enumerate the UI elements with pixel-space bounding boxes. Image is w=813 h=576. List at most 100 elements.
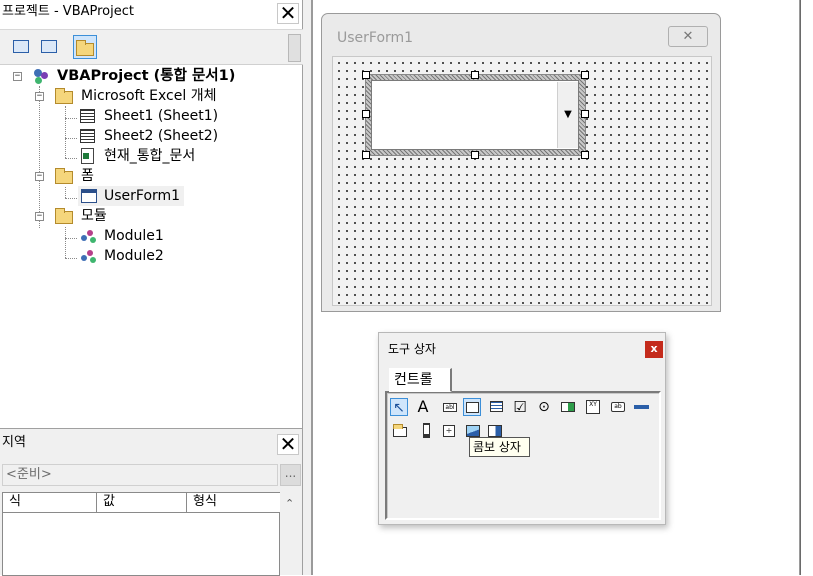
project-explorer-close-button[interactable]: ✕ [277,3,299,24]
resize-handle[interactable] [581,71,589,79]
close-icon: x [650,342,658,355]
tabstrip-tool[interactable] [632,398,650,416]
tree-line [65,187,66,198]
tree-item-label: Module2 [104,248,164,264]
resize-handle[interactable] [471,71,479,79]
project-explorer-toolbar [0,29,303,65]
worksheet-icon [80,109,95,123]
close-icon: ✕ [682,29,694,44]
locals-context-field[interactable]: <준비> [2,464,278,486]
folder-icon [55,208,73,224]
scroll-up-icon[interactable]: ⌃ [285,497,294,510]
combobox-tool[interactable] [463,398,481,416]
option-button-icon: ⊙ [538,399,550,415]
project-explorer-pane: 프로젝트 - VBAProject ✕ − VBAProject (통합 문서1… [0,0,303,428]
resize-handle[interactable] [581,151,589,159]
scrollbar-tool[interactable] [418,422,436,440]
module-icon [80,248,98,264]
folder-icon [55,168,73,184]
tree-item-label: Module1 [104,228,164,244]
optionbutton-tool[interactable]: ⊙ [535,398,553,416]
textbox-tool[interactable]: abl [441,398,459,416]
resize-handle[interactable] [471,151,479,159]
command-button-icon: ab [611,402,625,412]
userform-icon [81,189,97,203]
locals-title: 지역 [2,435,26,450]
toolbox-close-button[interactable]: x [645,341,663,358]
userform-close-button: ✕ [668,26,708,47]
column-header-value[interactable]: 값 [97,493,187,513]
toolbox-tooltip: 콤보 상자 [469,437,530,457]
tree-item-label: 모듈 [81,208,107,224]
multipage-tool[interactable] [392,422,410,440]
view-object-button[interactable] [37,35,61,59]
locals-pane: 지역 ✕ <준비> ... 식 값 형식 [0,428,303,576]
toolbar-overflow-handle[interactable] [288,34,301,62]
toggle-folders-button[interactable] [73,35,97,59]
togglebutton-tool[interactable] [559,398,577,416]
combobox-control[interactable] [371,80,579,150]
folder-icon [76,40,94,56]
resize-handle[interactable] [362,110,370,118]
tabstrip-icon [634,405,649,409]
designer-right-edge [800,0,813,575]
tree-item-vbaproject[interactable]: − VBAProject (통합 문서1) [0,66,300,86]
dropdown-arrow-icon: ▼ [564,109,572,120]
tree-item-label: Sheet2 (Sheet2) [104,128,219,144]
locals-grid: 식 값 형식 [2,492,281,576]
resize-handle[interactable] [362,71,370,79]
locals-vertical-scrollbar[interactable]: ⌃ [280,493,300,575]
tree-folder-forms[interactable]: − 폼 [0,166,300,186]
tree-folder-excel-objects[interactable]: − Microsoft Excel 개체 [0,86,300,106]
collapse-icon[interactable]: − [35,172,44,181]
label-tool[interactable]: A [414,398,432,416]
tree-item-sheet1[interactable]: Sheet1 (Sheet1) [0,106,300,126]
tree-item-module2[interactable]: Module2 [0,246,300,266]
listbox-icon [490,401,503,412]
toolbox-title: 도구 상자 [388,342,436,356]
userform1-designer[interactable]: UserForm1 ✕ [321,13,721,312]
tree-item-thisworkbook[interactable]: 현재_통합_문서 [0,146,300,166]
tree-item-label: Microsoft Excel 개체 [81,88,217,104]
call-stack-button[interactable]: ... [280,464,301,486]
tree-item-sheet2[interactable]: Sheet2 (Sheet2) [0,126,300,146]
locals-close-button[interactable]: ✕ [277,434,299,455]
commandbutton-tool[interactable]: ab [609,398,627,416]
worksheet-icon [80,129,95,143]
combobox-icon [466,402,479,413]
frame-tool[interactable]: XY [584,398,602,416]
view-code-icon [13,40,29,53]
column-header-type[interactable]: 형식 [187,493,281,513]
view-object-icon [41,40,57,53]
tree-item-label: UserForm1 [104,188,181,204]
collapse-icon[interactable]: − [13,72,22,81]
tree-item-label: VBAProject (통합 문서1) [57,68,236,84]
textbox-icon: abl [443,403,457,412]
project-explorer-title: 프로젝트 - VBAProject [2,4,134,19]
designer-left-border [303,0,312,575]
multipage-icon [393,424,407,437]
tree-folder-modules[interactable]: − 모듈 [0,206,300,226]
tree-item-label: 현재_통합_문서 [104,148,196,164]
combobox-dropdown-button[interactable]: ▼ [557,82,578,148]
collapse-icon[interactable]: − [35,212,44,221]
checkbox-tool[interactable]: ☑ [511,398,529,416]
scrollbar-icon [423,423,430,438]
view-code-button[interactable] [9,35,33,59]
tree-item-label: Sheet1 (Sheet1) [104,108,219,124]
column-header-expression[interactable]: 식 [3,493,97,513]
tree-item-label: 폼 [81,168,94,184]
resize-handle[interactable] [581,110,589,118]
resize-handle[interactable] [362,151,370,159]
collapse-icon[interactable]: − [35,92,44,101]
tree-item-userform1[interactable]: UserForm1 [78,186,184,206]
select-objects-tool[interactable]: ↖ [390,398,408,416]
image-icon [466,425,480,437]
listbox-tool[interactable] [488,398,506,416]
label-icon: A [417,397,429,416]
tab-controls[interactable]: 컨트롤 [389,368,452,392]
refedit-icon [488,425,502,437]
spinbutton-tool[interactable]: ÷ [440,422,458,440]
tree-item-module1[interactable]: Module1 [0,226,300,246]
close-icon: ✕ [279,432,297,456]
